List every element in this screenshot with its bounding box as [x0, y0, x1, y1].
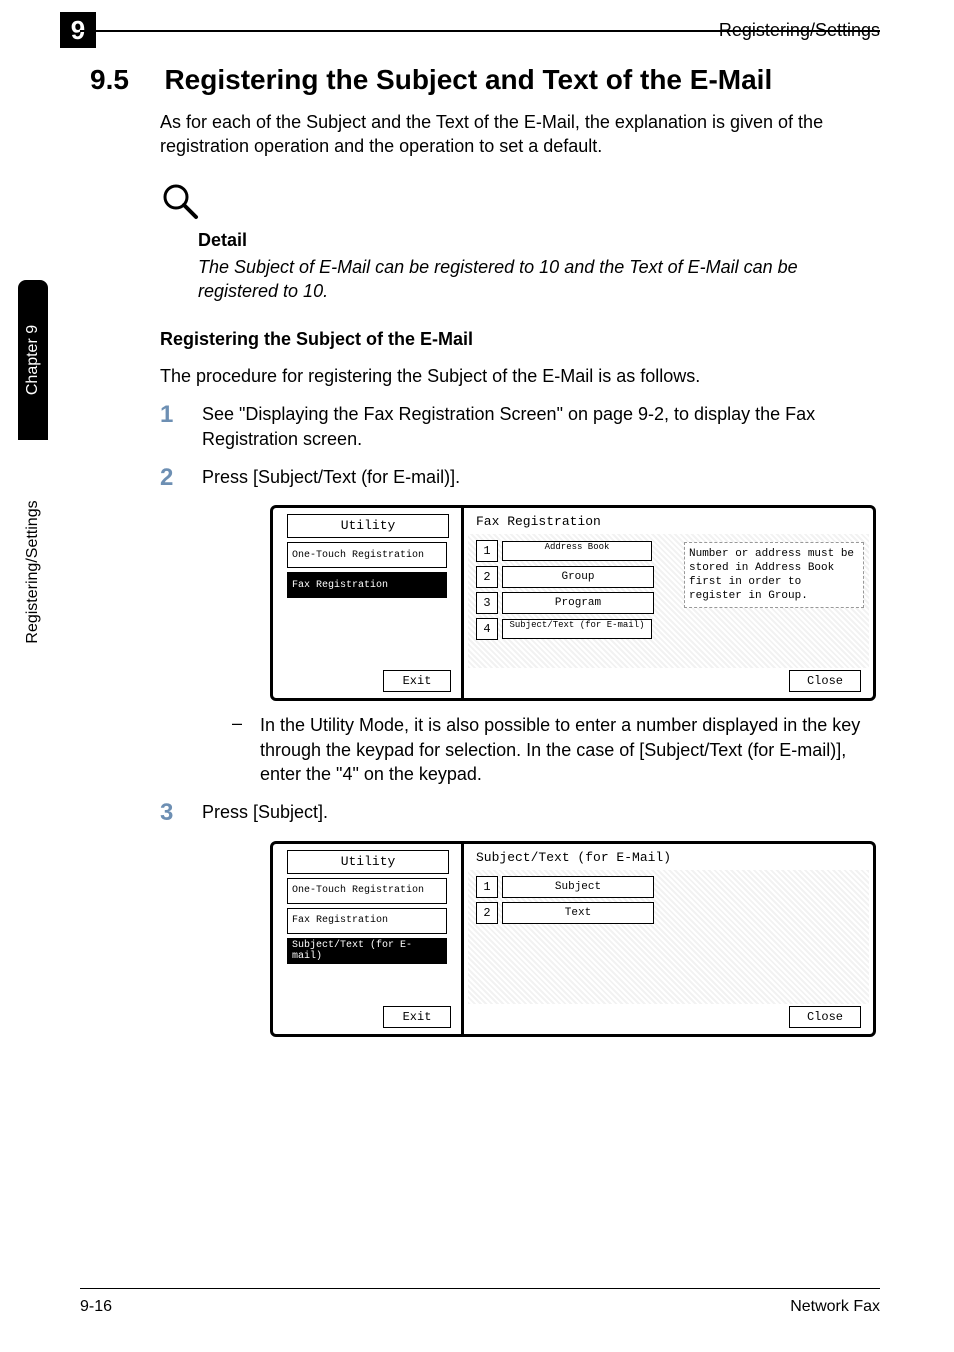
side-tab-chapter-label: Chapter 9 — [24, 325, 42, 395]
footer-rule — [80, 1288, 880, 1289]
panel1-title: Fax Registration — [476, 514, 601, 529]
option-2-number: 2 — [476, 566, 498, 588]
bullet-dash: – — [232, 713, 260, 786]
step-2-text: Press [Subject/Text (for E-mail)]. — [202, 465, 460, 491]
lead-in-text: The procedure for registering the Subjec… — [160, 364, 880, 388]
side-tab-section: Registering/Settings — [18, 452, 48, 692]
option-group: 2 Group — [476, 566, 654, 588]
fax-registration-tab[interactable]: Fax Registration — [287, 908, 447, 934]
exit-button[interactable]: Exit — [383, 1006, 451, 1028]
fax-registration-panel: Utility One-Touch Registration Fax Regis… — [270, 505, 876, 701]
fax-registration-tab[interactable]: Fax Registration — [287, 572, 447, 598]
section-intro: As for each of the Subject and the Text … — [160, 110, 880, 159]
note-text: In the Utility Mode, it is also possible… — [260, 713, 872, 786]
option-text: 2 Text — [476, 902, 654, 924]
main-content: 9.5 Registering the Subject and Text of … — [90, 64, 880, 1037]
option-program: 3 Program — [476, 592, 654, 614]
panel1-left-column: Utility One-Touch Registration Fax Regis… — [273, 508, 464, 698]
subject-button[interactable]: Subject — [502, 876, 654, 898]
program-button[interactable]: Program — [502, 592, 654, 614]
exit-button[interactable]: Exit — [383, 670, 451, 692]
step-2-number: 2 — [160, 465, 202, 491]
panel2-right-column: Subject/Text (for E-Mail) 1 Subject 2 Te… — [464, 844, 873, 1034]
utility-tab[interactable]: Utility — [287, 850, 449, 874]
option-4-number: 4 — [476, 618, 498, 640]
option-subject-text: 4 Subject/Text (for E-mail) — [476, 618, 652, 640]
side-tab-section-label: Registering/Settings — [24, 500, 42, 643]
utility-tab[interactable]: Utility — [287, 514, 449, 538]
step-1: 1 See "Displaying the Fax Registration S… — [160, 402, 880, 451]
text-button[interactable]: Text — [502, 902, 654, 924]
section-title: Registering the Subject and Text of the … — [164, 64, 864, 96]
onetouch-registration-tab[interactable]: One-Touch Registration — [287, 878, 447, 904]
running-head: Registering/Settings — [719, 20, 880, 41]
magnifier-icon — [160, 181, 880, 226]
option-subject: 1 Subject — [476, 876, 654, 898]
option-1-number: 1 — [476, 876, 498, 898]
panel2-left-column: Utility One-Touch Registration Fax Regis… — [273, 844, 464, 1034]
step-3-number: 3 — [160, 800, 202, 826]
address-book-button[interactable]: Address Book — [502, 541, 652, 561]
subject-text-button[interactable]: Subject/Text (for E-mail) — [502, 619, 652, 639]
step-1-text: See "Displaying the Fax Registration Scr… — [202, 402, 880, 451]
side-tab-chapter: Chapter 9 — [18, 280, 48, 440]
panel1-right-column: Fax Registration 1 Address Book 2 Group … — [464, 508, 873, 698]
note-after-panel1: – In the Utility Mode, it is also possib… — [232, 713, 872, 786]
section-number: 9.5 — [90, 64, 160, 96]
option-3-number: 3 — [476, 592, 498, 614]
onetouch-registration-tab[interactable]: One-Touch Registration — [287, 542, 447, 568]
step-3-text: Press [Subject]. — [202, 800, 328, 826]
panel1-help-text: Number or address must be stored in Addr… — [684, 542, 864, 608]
step-1-number: 1 — [160, 402, 202, 451]
footer-doc-name: Network Fax — [790, 1298, 880, 1316]
option-address-book: 1 Address Book — [476, 540, 652, 562]
step-2: 2 Press [Subject/Text (for E-mail)]. — [160, 465, 880, 491]
subject-text-panel: Utility One-Touch Registration Fax Regis… — [270, 841, 876, 1037]
detail-text: The Subject of E-Mail can be registered … — [198, 255, 878, 304]
subject-text-tab[interactable]: Subject/Text (for E-mail) — [287, 938, 447, 964]
detail-label: Detail — [198, 230, 880, 251]
option-2-number: 2 — [476, 902, 498, 924]
close-button[interactable]: Close — [789, 670, 861, 692]
footer-page-number: 9-16 — [80, 1298, 112, 1316]
subheading: Registering the Subject of the E-Mail — [160, 329, 880, 350]
group-button[interactable]: Group — [502, 566, 654, 588]
panel2-title: Subject/Text (for E-Mail) — [476, 850, 671, 865]
option-1-number: 1 — [476, 540, 498, 562]
close-button[interactable]: Close — [789, 1006, 861, 1028]
step-3: 3 Press [Subject]. — [160, 800, 880, 826]
